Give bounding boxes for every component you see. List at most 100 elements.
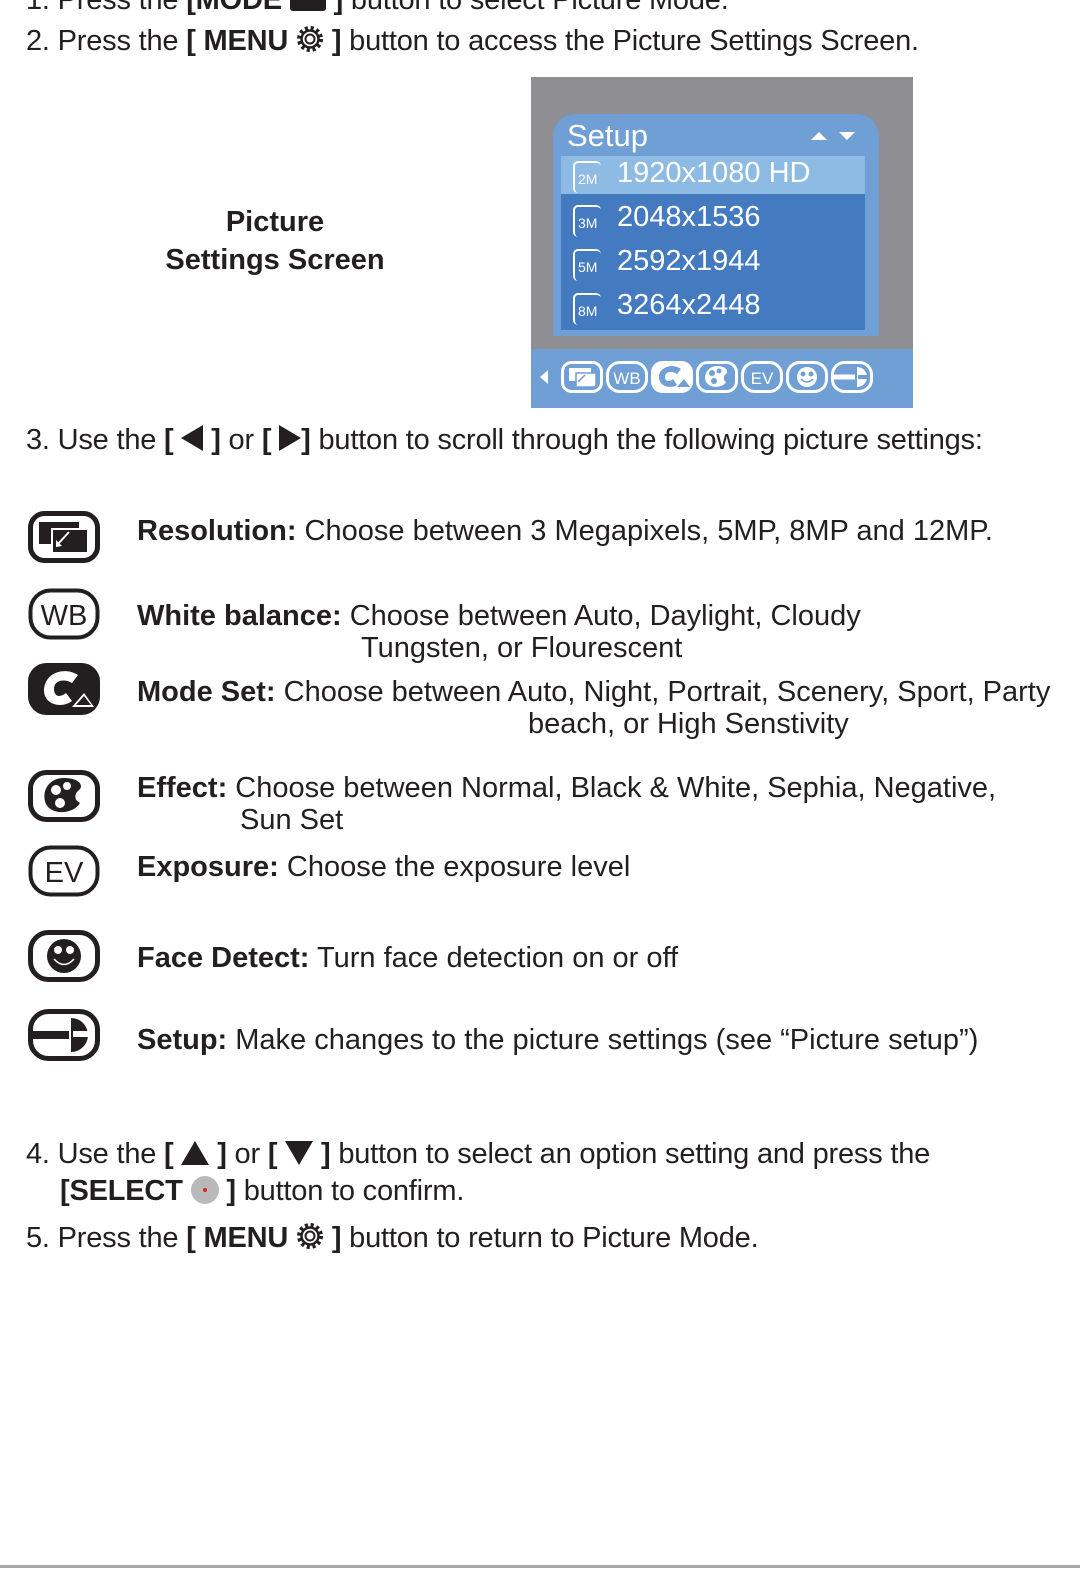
panel-title: Setup [567,118,649,153]
bracket: ] [331,25,342,57]
option-label: 1920x1080 HD [617,157,811,189]
step-5: 5. Press the [ MENU ] button to return t… [26,1222,759,1255]
setting-name: Exposure: [137,851,279,883]
setup-icon [28,1009,100,1061]
caption-line-1: Picture [225,206,325,238]
effect-icon[interactable] [696,361,738,393]
badge-text: 3M [578,215,598,231]
page-divider [0,1565,1080,1568]
or-text: or [220,424,262,456]
wb-text: WB [613,369,640,388]
step-2-prefix: 2. Press the [26,25,187,57]
mode-button-label: [MODE [186,0,282,16]
bracket: ] [211,424,221,456]
bracket: [ [267,1138,278,1170]
setting-name: Setup: [137,1024,228,1056]
setting-name: Resolution: [137,515,297,547]
setup-icon[interactable] [831,361,873,393]
white-balance-icon[interactable]: WB [606,361,648,393]
or-text: or [226,1138,268,1170]
select-button-label: [SELECT [60,1175,183,1207]
badge-text: 8M [578,303,598,319]
up-triangle-icon [181,1141,210,1165]
bracket: [ [164,424,174,456]
setting-text: Choose between 3 Megapixels, 5MP, 8MP an… [296,515,993,547]
step-4-suffix: button to select an option setting and p… [330,1138,931,1170]
setting-setup: Setup: Make changes to the picture setti… [137,1024,978,1056]
setting-text: Choose between Auto, Daylight, Cloudy [341,600,861,632]
up-down-arrows-icon[interactable] [811,128,857,142]
megapixel-badge-icon: 3M [573,205,601,237]
step-1-prefix: 1. Press the [26,0,187,16]
mode-set-icon [28,663,100,715]
wb-text: WB [41,600,88,632]
step-2-suffix: button to access the Picture Settings Sc… [341,25,919,57]
step-4-cont: [SELECT ] button to confirm. [60,1175,464,1208]
resolution-icon[interactable] [561,361,603,393]
gear-icon [296,1223,323,1249]
setting-text: Turn face detection on or off [309,942,679,974]
camera-icon [289,0,326,11]
setting-resolution: Resolution: Choose between 3 Megapixels,… [137,515,993,547]
resolution-list: 2M 1920x1080 HD 3M 2048x1536 5M 2592x194… [561,156,865,330]
setting-text: Choose between Normal, Black & White, Se… [227,772,997,804]
left-triangle-icon [181,425,204,451]
setting-exposure: Exposure: Choose the exposure level [137,851,630,883]
menu-button-label: [ MENU [186,25,289,57]
effect-icon [28,770,100,822]
option-row[interactable]: 8M 3264x2448 [561,288,865,326]
bracket: ] [301,424,311,456]
step-3-suffix: button to scroll through the following p… [310,424,983,456]
settings-icon-bar: WB EV [531,349,913,408]
face-detect-icon[interactable] [786,361,828,393]
gear-icon [296,26,323,52]
setting-effect: Effect: Choose between Normal, Black & W… [137,772,996,836]
mode-set-icon[interactable] [651,361,693,393]
bracket: [ [164,1138,174,1170]
white-balance-icon: WB [28,588,100,640]
bracket: ] [226,1175,236,1207]
setting-text-cont: beach, or High Senstivity [528,708,849,740]
option-row[interactable]: 5M 2592x1944 [561,244,865,282]
exposure-icon: EV [28,845,100,897]
right-triangle-icon [279,425,302,451]
step-5-suffix: button to return to Picture Mode. [341,1222,759,1254]
setting-text: Choose the exposure level [278,851,631,883]
option-label: 2048x1536 [617,201,761,233]
setting-mode-set: Mode Set: Choose between Auto, Night, Po… [137,676,1050,740]
setting-text: Choose between Auto, Night, Portrait, Sc… [275,676,1051,708]
step-3-prefix: 3. Use the [26,424,165,456]
screen-caption: Picture Settings Screen [150,203,400,279]
bracket: ] [217,1138,227,1170]
option-label: 3264x2448 [617,289,761,321]
bracket: [ [261,424,272,456]
option-row[interactable]: 2M 1920x1080 HD [561,156,865,194]
ev-text: EV [45,857,84,889]
option-row[interactable]: 3M 2048x1536 [561,200,865,238]
select-button-icon [190,1176,219,1204]
step-3: 3. Use the [ ] or [ ] button to scroll t… [26,424,983,457]
step-2: 2. Press the [ MENU ] button to access t… [26,25,919,58]
resolution-icon [28,511,100,563]
menu-button-label: [ MENU [186,1222,289,1254]
face-detect-icon [28,930,100,982]
down-triangle-icon [285,1141,314,1165]
option-label: 2592x1944 [617,245,761,277]
badge-text: 5M [578,259,598,275]
megapixel-badge-icon: 5M [573,249,601,281]
step-1: 1. Press the [MODE ] button to select Pi… [26,0,729,17]
step-4-suffix-2: button to confirm. [235,1175,465,1207]
setup-panel: Setup 2M 1920x1080 HD 3M 2048x1536 5M 25… [553,114,879,336]
ev-text: EV [751,369,774,388]
megapixel-badge-icon: 8M [573,293,601,325]
left-arrow-icon[interactable] [540,370,548,384]
caption-line-2: Settings Screen [165,244,385,276]
megapixel-badge-icon: 2M [573,161,601,193]
setting-name: Face Detect: [137,942,310,974]
setting-name: White balance: [137,600,342,632]
bracket: ] [333,0,344,16]
setting-white-balance: White balance: Choose between Auto, Dayl… [137,600,861,664]
setting-face-detect: Face Detect: Turn face detection on or o… [137,942,678,974]
exposure-icon[interactable]: EV [741,361,783,393]
setting-text-cont: Tungsten, or Flourescent [361,632,683,664]
